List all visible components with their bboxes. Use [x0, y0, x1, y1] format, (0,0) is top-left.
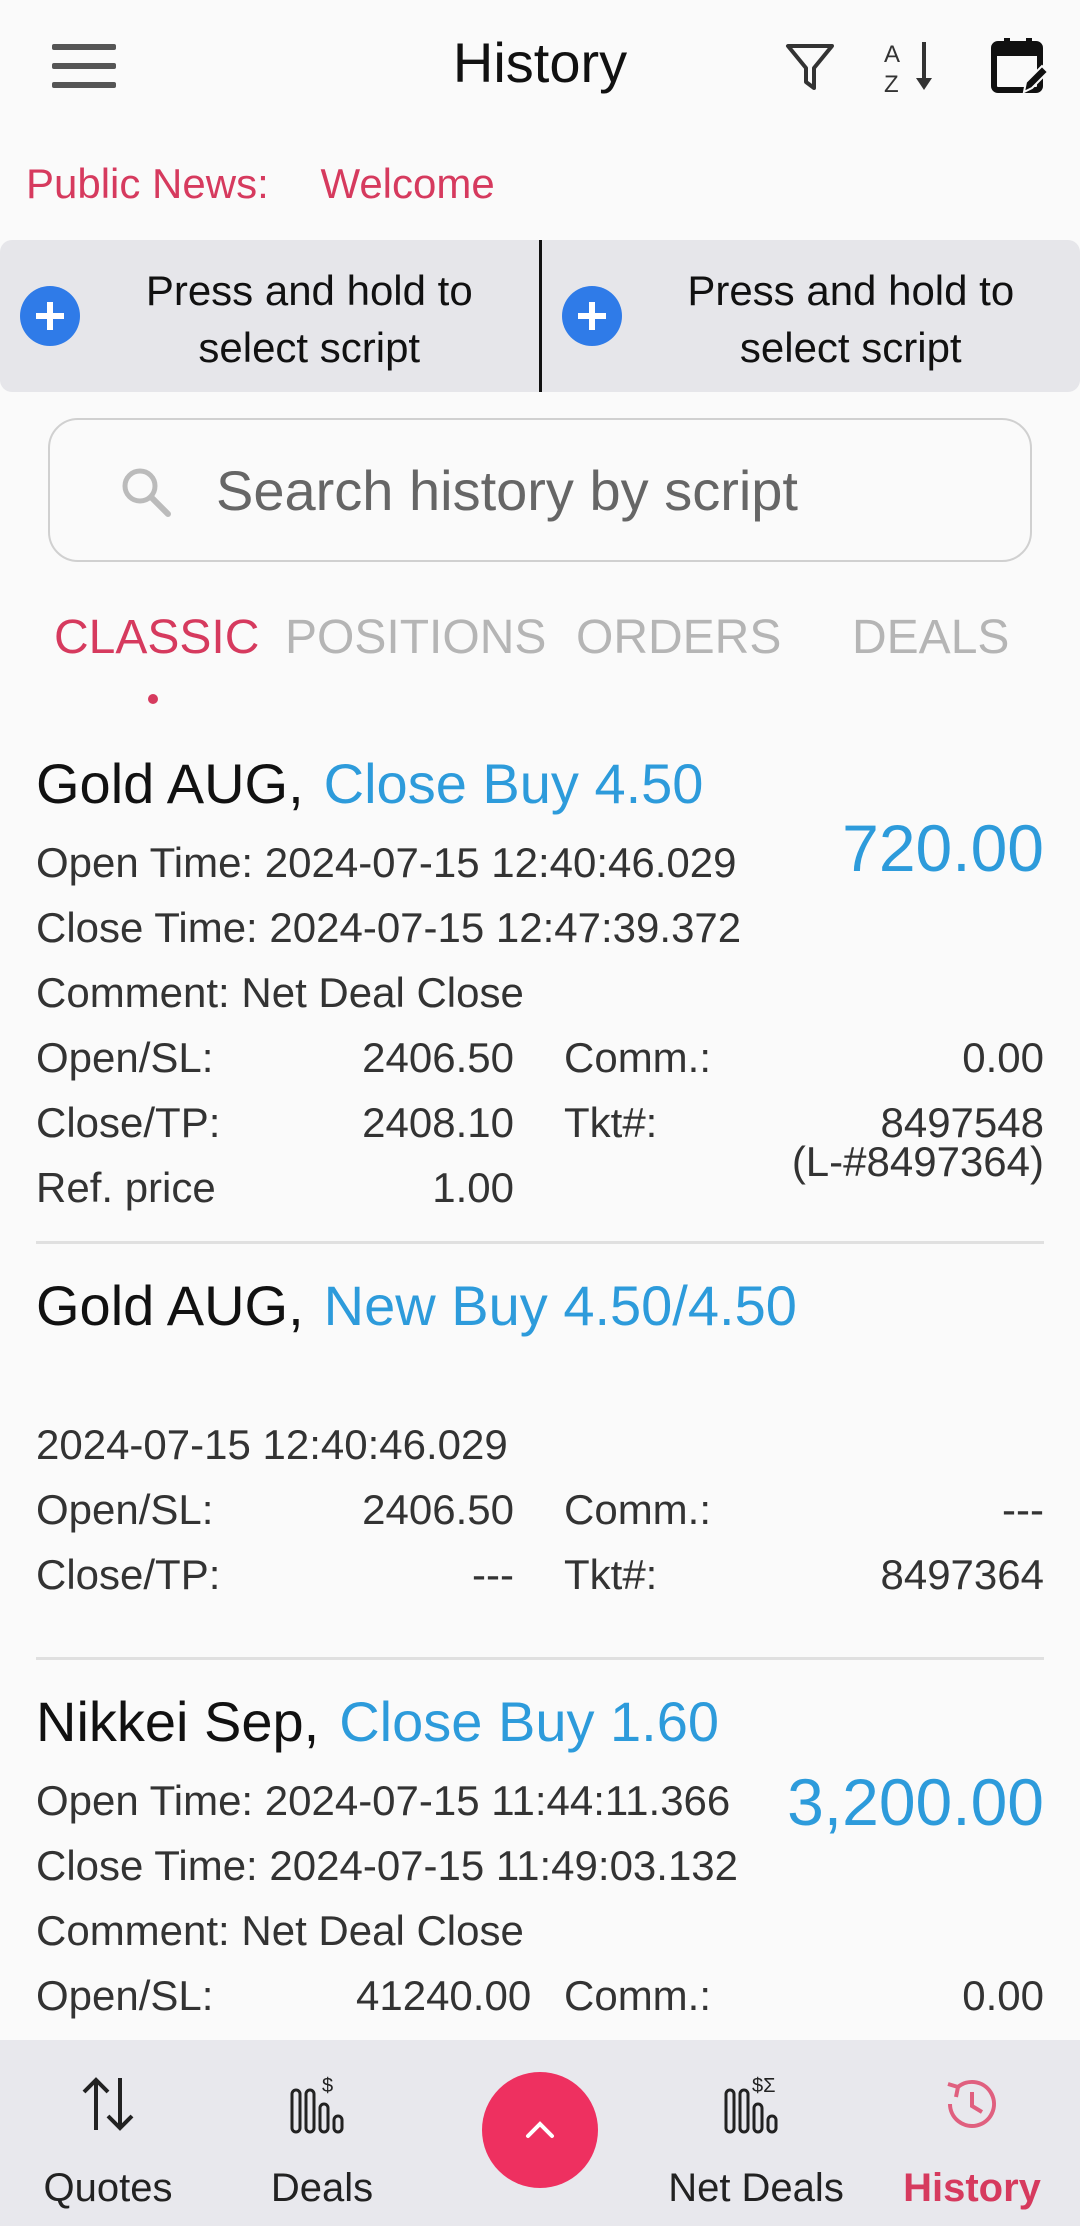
script-selector-bar: Press and hold to select script Press an… [0, 240, 1080, 392]
script-name: Gold AUG, [36, 1274, 304, 1337]
ticket-label: Tkt#: [564, 1551, 658, 1598]
nav-label: Net Deals [668, 2166, 844, 2210]
tab-classic[interactable]: CLASSIC [54, 610, 259, 665]
search-input[interactable] [216, 450, 996, 530]
calendar-edit-icon[interactable] [990, 36, 1050, 96]
open-sl-label: Open/SL: [36, 1486, 214, 1533]
news-label: Public News: [26, 160, 269, 207]
svg-text:A: A [884, 41, 900, 68]
comm-value: --- [1002, 1486, 1044, 1533]
script-slot-text: Press and hold to select script [145, 267, 473, 371]
card-title: Gold AUG, New Buy 4.50/4.50 [36, 1260, 1044, 1352]
history-clock-icon [947, 2079, 996, 2128]
script-name: Gold AUG, [36, 752, 304, 815]
sort-az-icon[interactable]: A Z [880, 36, 940, 96]
trade-action: Close Buy 4.50 [323, 752, 704, 815]
tab-orders[interactable]: ORDERS [576, 610, 781, 665]
nav-deals[interactable]: $ Deals [240, 2040, 404, 2226]
close-tp-label: Close/TP: [36, 1551, 221, 1598]
scroll-up-fab[interactable] [482, 2072, 598, 2188]
comm-value: 0.00 [962, 1034, 1044, 1081]
comm-label: Comm.: [564, 1486, 711, 1533]
comment: Comment: Net Deal Close [36, 969, 524, 1016]
detail-row: Open/SL: 2406.50 Comm.: --- [36, 1477, 1044, 1542]
close-tp-value: 41260.00 [356, 2028, 531, 2040]
script-slot-text: Press and hold to select script [687, 267, 1015, 371]
trade-action: New Buy 4.50/4.50 [323, 1274, 797, 1337]
active-tab-indicator [148, 694, 158, 704]
nav-label: Deals [270, 2166, 374, 2210]
ref-price-value: 1.00 [432, 1164, 514, 1211]
chevron-up-icon [526, 2121, 554, 2138]
history-card[interactable]: Gold AUG, New Buy 4.50/4.50 2024-07-15 12… [36, 1260, 1044, 1660]
close-tp-label: Close/TP: [36, 1099, 221, 1146]
add-circle-icon[interactable] [20, 286, 80, 346]
svg-text:Z: Z [884, 71, 899, 96]
detail-row: Close/TP: 41260.00 Tkt#: 8496313 [36, 2028, 1044, 2040]
tab-deals[interactable]: DEALS [852, 610, 1009, 665]
history-card[interactable]: Nikkei Sep, Close Buy 1.60 3,200.00 Open … [36, 1676, 1044, 2040]
public-news: Public News: Welcome [26, 160, 495, 208]
news-text[interactable]: Welcome [320, 160, 494, 207]
net-deals-bars-icon: $Σ [724, 2075, 778, 2134]
profit-value: 3,200.00 [787, 1765, 1044, 1839]
ref-price-label: Ref. price [36, 1164, 216, 1211]
script-name: Nikkei Sep, [36, 1690, 320, 1753]
close-tp-value: 2408.10 [362, 1099, 514, 1146]
close-time: Close Time: 2024-07-15 12:47:39.372 [36, 904, 742, 951]
close-tp-value: --- [472, 1551, 514, 1598]
bottom-navigation: Quotes $ Deals $Σ Net Deals History [0, 2040, 1080, 2226]
ticket-value: 8496313 [864, 2028, 1044, 2040]
detail-row: Open/SL: 41240.00 Comm.: 0.00 [36, 1963, 1044, 2028]
top-app-bar: History A Z [0, 0, 1080, 140]
close-time: Close Time: 2024-07-15 11:49:03.132 [36, 1842, 739, 1889]
tab-bar: CLASSIC POSITIONS ORDERS DEALS [0, 610, 1080, 710]
open-sl-value: 41240.00 [356, 1972, 532, 2019]
ticket-value: 8497364 [880, 1551, 1044, 1598]
ticket-label: Tkt#: [564, 2028, 864, 2040]
close-tp-label: Close/TP: [36, 2028, 356, 2040]
nav-label: History [903, 2166, 1041, 2210]
nav-net-deals[interactable]: $Σ Net Deals [666, 2040, 846, 2226]
card-title: Nikkei Sep, Close Buy 1.60 [36, 1676, 1044, 1768]
open-sl-label: Open/SL: [36, 1972, 214, 2019]
order-time: 2024-07-15 12:40:46.029 [36, 1421, 508, 1468]
search-box [48, 418, 1032, 562]
comment: Comment: Net Deal Close [36, 1907, 524, 1954]
deals-bars-icon: $ [290, 2075, 344, 2134]
history-list[interactable]: Gold AUG, Close Buy 4.50 720.00 Open Time… [36, 738, 1044, 2040]
add-circle-icon[interactable] [561, 286, 622, 346]
profit-value: 720.00 [842, 811, 1044, 885]
comm-label: Comm.: [564, 1972, 711, 2019]
comm-value: 0.00 [962, 1972, 1044, 2019]
linked-ticket: (L-#8497364) [791, 1138, 1044, 1185]
filter-icon[interactable] [780, 36, 840, 96]
detail-row: Close/TP: --- Tkt#: 8497364 [36, 1542, 1044, 1607]
script-slot-left[interactable]: Press and hold to select script [0, 240, 539, 392]
history-card[interactable]: Gold AUG, Close Buy 4.50 720.00 Open Time… [36, 738, 1044, 1244]
nav-history[interactable]: History [892, 2040, 1052, 2226]
nav-label: Quotes [43, 2166, 173, 2210]
script-slot-right[interactable]: Press and hold to select script [538, 240, 1080, 392]
trade-action: Close Buy 1.60 [339, 1690, 720, 1753]
quotes-arrows-icon [82, 2077, 134, 2131]
open-sl-value: 2406.50 [362, 1486, 514, 1533]
svg-text:$Σ: $Σ [752, 2075, 776, 2097]
search-icon [122, 468, 171, 517]
open-sl-label: Open/SL: [36, 1034, 214, 1081]
comm-label: Comm.: [564, 1034, 711, 1081]
tab-positions[interactable]: POSITIONS [285, 610, 546, 665]
svg-text:$: $ [322, 2075, 333, 2097]
open-sl-value: 2406.50 [362, 1034, 514, 1081]
nav-quotes[interactable]: Quotes [26, 2040, 190, 2226]
detail-row: Open/SL: 2406.50 Comm.: 0.00 [36, 1025, 1044, 1090]
